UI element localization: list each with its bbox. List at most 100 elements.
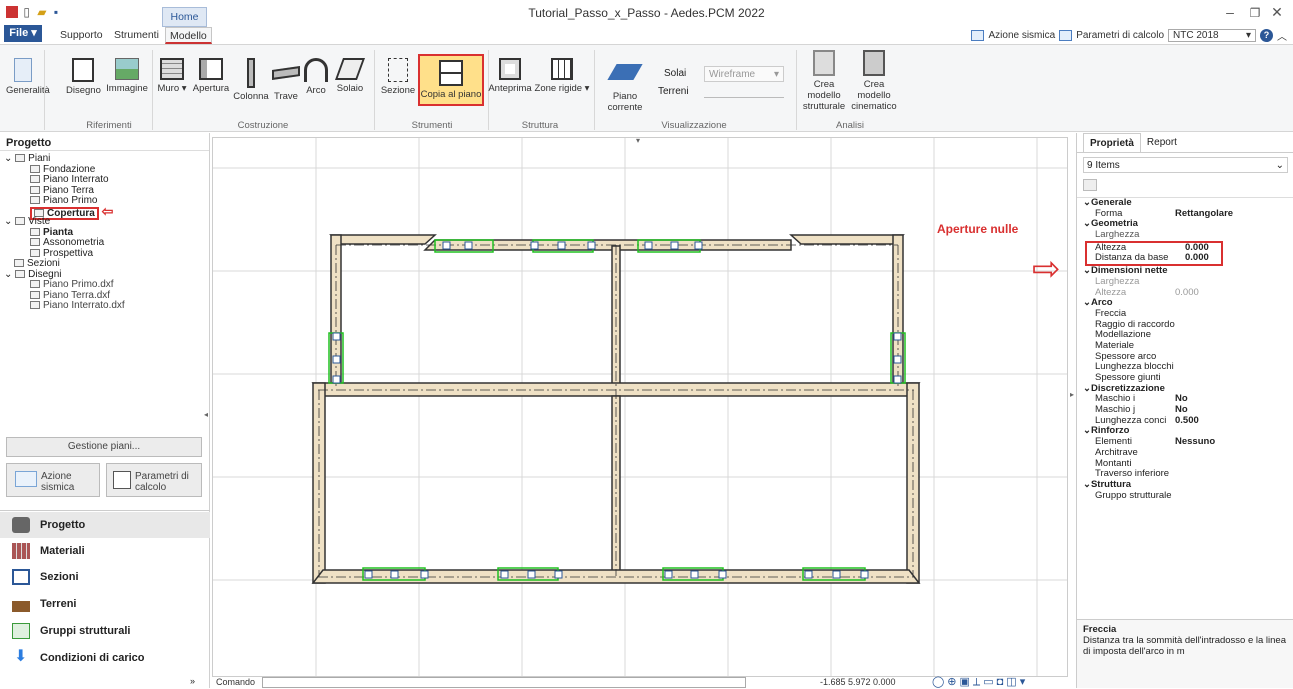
nav-condizioni-carico[interactable]: Condizioni di carico xyxy=(0,645,210,671)
prop-lunghezza-blocchi[interactable]: Lunghezza blocchi xyxy=(1077,362,1293,373)
group-geometria[interactable]: ⌄ Geometria xyxy=(1077,219,1293,230)
prop-raggio[interactable]: Raggio di raccordo xyxy=(1077,320,1293,331)
tree-item-piani[interactable]: ⌄ Piani xyxy=(4,153,209,165)
sezione-button[interactable]: Sezione xyxy=(378,58,418,96)
nav-progetto[interactable]: Progetto xyxy=(0,512,210,538)
tree-item-pianta[interactable]: Pianta xyxy=(4,227,209,239)
tree-label: Piano Primo xyxy=(43,195,98,206)
azione-sismica-button[interactable]: Azione sismica xyxy=(6,463,100,497)
tab-supporto[interactable]: Supporto xyxy=(56,27,107,44)
crea-modello-strutturale-button[interactable]: Crea modello strutturale xyxy=(800,50,848,112)
trave-button[interactable]: Trave xyxy=(270,58,302,102)
collapse-right-icon[interactable]: ▸ xyxy=(1070,390,1074,399)
gestione-piani-button[interactable]: Gestione piani... xyxy=(6,437,202,457)
floor-icon xyxy=(30,164,40,173)
tree-item-dxf-interrato[interactable]: Piano Interrato.dxf xyxy=(4,300,209,312)
solai-toggle[interactable]: Solai xyxy=(664,68,686,79)
project-icon xyxy=(12,517,30,533)
prop-larghezza[interactable]: Larghezza xyxy=(1077,230,1293,241)
nav-terreni[interactable]: Terreni xyxy=(0,591,210,617)
disegno-button[interactable]: Disegno xyxy=(66,58,101,96)
command-input[interactable] xyxy=(262,677,746,688)
generalita-button[interactable]: Generalità xyxy=(6,58,50,96)
window-title: Tutorial_Passo_x_Passo - Aedes.PCM 2022 xyxy=(528,6,765,20)
close-icon[interactable]: ✕ xyxy=(1262,4,1292,21)
prop-materiale[interactable]: Materiale xyxy=(1077,341,1293,352)
muro-button[interactable]: Muro ▾ xyxy=(156,58,188,94)
collapse-ribbon-arrow-icon[interactable]: ▾ xyxy=(636,136,640,145)
tab-proprieta[interactable]: Proprietà xyxy=(1083,133,1141,152)
tree-item-piano-interrato[interactable]: Piano Interrato xyxy=(4,174,209,186)
group-dimensioni-nette[interactable]: ⌄ Dimensioni nette xyxy=(1077,265,1293,277)
prop-gruppo-strutturale[interactable]: Gruppo strutturale xyxy=(1077,491,1293,502)
prop-architrave[interactable]: Architrave xyxy=(1077,448,1293,459)
copia-al-piano-button[interactable]: Copia al piano xyxy=(418,54,484,106)
prop-elementi[interactable]: Elementi Nessuno xyxy=(1077,436,1293,448)
slab-icon xyxy=(334,58,366,80)
anteprima-button[interactable]: Anteprima xyxy=(488,58,532,94)
drawing-canvas[interactable] xyxy=(212,137,1068,677)
nav-materiali[interactable]: Materiali xyxy=(0,538,210,564)
anteprima-label: Anteprima xyxy=(488,83,532,94)
project-tree[interactable]: ⌄ Piani Fondazione Piano Interrato Piano… xyxy=(0,151,209,312)
zone-rigide-button[interactable]: Zone rigide ▾ xyxy=(534,58,590,94)
collapse-ribbon-icon[interactable]: ︿ xyxy=(1277,28,1287,43)
solaio-button[interactable]: Solaio xyxy=(332,58,368,94)
help-text: Distanza tra la sommità dell'intradosso … xyxy=(1083,635,1286,657)
nav-sezioni[interactable]: Sezioni xyxy=(0,564,210,590)
properties-pane: Proprietà Report 9 Items ⌄ ⌄ Generale For… xyxy=(1076,133,1293,688)
prop-spessore-arco[interactable]: Spessore arco xyxy=(1077,352,1293,363)
terreni-toggle[interactable]: Terreni xyxy=(658,86,689,97)
opening-icon xyxy=(199,58,223,80)
drawing-icon xyxy=(72,58,94,82)
view-mode-select[interactable]: Wireframe ▾ xyxy=(704,66,784,82)
structural-model-icon xyxy=(813,50,835,76)
parametri-calcolo-link[interactable]: Parametri di calcolo xyxy=(1076,30,1164,41)
colonna-button[interactable]: Colonna xyxy=(232,58,270,102)
prop-distanza-base[interactable]: Distanza da base 0.000 xyxy=(1087,253,1221,264)
nav-gruppi-strutturali[interactable]: Gruppi strutturali xyxy=(0,618,210,644)
prop-montanti[interactable]: Montanti xyxy=(1077,459,1293,470)
tab-modello[interactable]: Modello xyxy=(165,27,212,44)
tree-item-piano-terra[interactable]: Piano Terra xyxy=(4,185,209,197)
grid xyxy=(213,138,1067,676)
prop-modellazione[interactable]: Modellazione xyxy=(1077,330,1293,341)
piano-corrente-button[interactable]: Piano corrente xyxy=(596,58,654,113)
property-grid: ⌄ Generale Forma Rettangolare ⌄ Geometria… xyxy=(1077,197,1293,501)
section-icon xyxy=(14,259,24,267)
prop-freccia[interactable]: Freccia xyxy=(1077,309,1293,320)
tree-label: Copertura xyxy=(47,207,95,219)
file-label: File xyxy=(9,27,29,39)
group-costruzione: Costruzione xyxy=(237,120,289,131)
pane-title: Progetto xyxy=(0,133,209,151)
file-menu-button[interactable]: File ▾ xyxy=(4,25,42,42)
items-select[interactable]: 9 Items ⌄ xyxy=(1083,157,1288,173)
immagine-button[interactable]: Immagine xyxy=(106,58,148,94)
view-tools-icon[interactable]: ◯⊕▣⟂▭◘◫▾ xyxy=(932,675,1028,689)
params-icon[interactable] xyxy=(1059,29,1073,41)
copy-floor-icon xyxy=(439,60,463,86)
group-arco[interactable]: ⌄ Arco xyxy=(1077,297,1293,309)
seismic-icon[interactable] xyxy=(971,29,985,41)
arco-button[interactable]: Arco xyxy=(302,58,330,96)
tab-report[interactable]: Report xyxy=(1141,133,1183,152)
help-icon[interactable]: ? xyxy=(1260,28,1273,42)
tree-item-assonometria[interactable]: Assonometria xyxy=(4,237,209,249)
expand-icon[interactable]: » xyxy=(190,676,195,686)
tab-strumenti[interactable]: Strumenti xyxy=(110,27,163,44)
trave-label: Trave xyxy=(274,91,298,102)
tree-label: Piano Interrato.dxf xyxy=(43,300,125,311)
coordinates-readout: -1.685 5.972 0.000 xyxy=(820,677,896,687)
collapse-left-icon[interactable]: ◂ xyxy=(204,410,208,419)
highlight-box: Altezza 0.000 Distanza da base 0.000 xyxy=(1085,240,1223,267)
sort-icon[interactable] xyxy=(1083,179,1097,191)
group-struttura[interactable]: ⌄ Struttura xyxy=(1077,479,1293,491)
dxf-icon xyxy=(30,301,40,309)
norm-select[interactable]: NTC 2018 ▾ xyxy=(1168,28,1256,42)
apertura-button[interactable]: Apertura xyxy=(190,58,232,94)
parametri-calcolo-button[interactable]: Parametri di calcolo xyxy=(106,463,202,497)
azione-sismica-link[interactable]: Azione sismica xyxy=(988,30,1055,41)
transparency-slider[interactable] xyxy=(704,88,784,98)
azione-label: Azione sismica xyxy=(41,471,75,493)
crea-modello-cinematico-button[interactable]: Crea modello cinematico xyxy=(850,50,898,112)
